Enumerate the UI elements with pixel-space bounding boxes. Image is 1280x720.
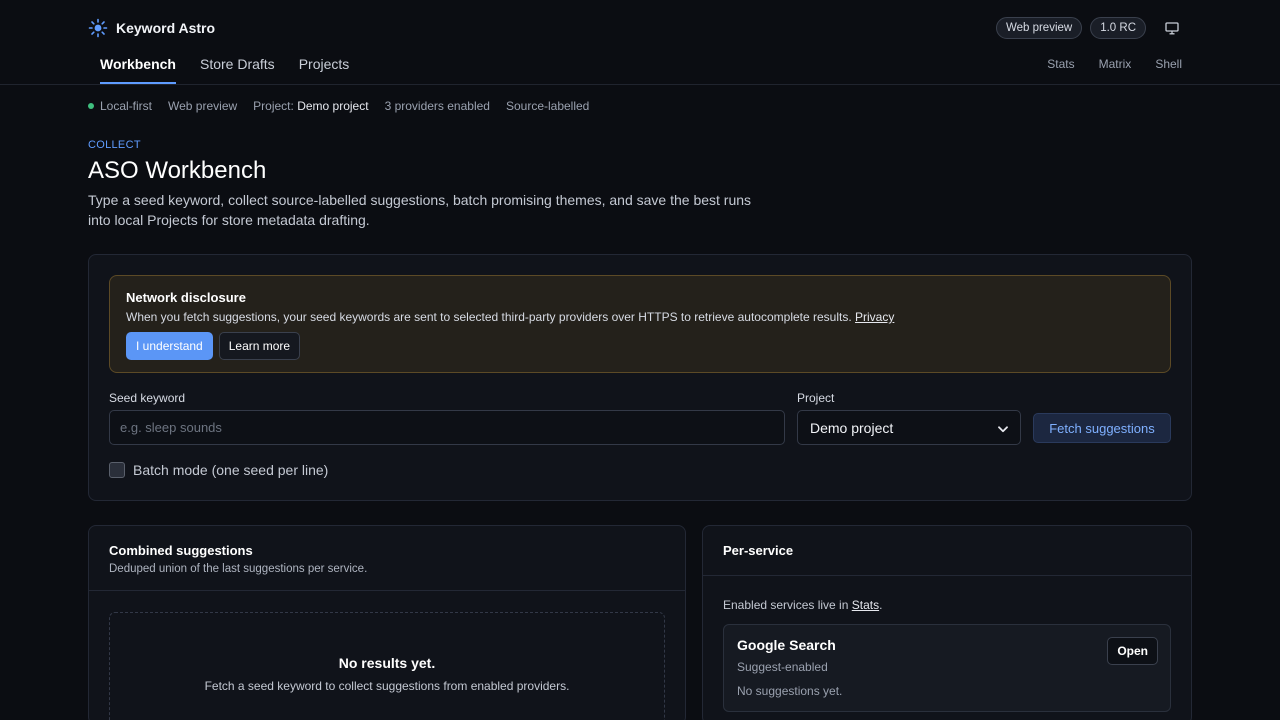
chevron-down-icon	[998, 420, 1008, 436]
empty-state: No results yet. Fetch a seed keyword to …	[109, 612, 665, 720]
learn-more-button[interactable]: Learn more	[218, 332, 301, 360]
open-service-button[interactable]: Open	[1107, 637, 1158, 665]
collect-card: Network disclosure When you fetch sugges…	[88, 254, 1192, 501]
monitor-icon[interactable]	[1160, 17, 1184, 39]
per-service-panel: Per-service Enabled services live in Sta…	[702, 525, 1192, 720]
tab-workbench[interactable]: Workbench	[88, 46, 188, 84]
combined-suggestions-header: Combined suggestions Deduped union of th…	[89, 526, 685, 591]
app-name: Keyword Astro	[116, 20, 216, 36]
disclosure-text: When you fetch suggestions, your seed ke…	[126, 310, 1154, 324]
header-actions: Web preview 1.0 RC	[995, 17, 1184, 39]
secondary-nav: Stats Matrix Shell	[1047, 57, 1182, 71]
top-bar: Keyword Astro Web preview 1.0 RC Workben…	[0, 0, 1280, 85]
status-strip: Local-first Web preview Project: Demo pr…	[88, 99, 589, 113]
status-mode: Web preview	[168, 99, 238, 113]
nav-link-matrix[interactable]: Matrix	[1099, 57, 1132, 71]
network-disclosure: Network disclosure When you fetch sugges…	[109, 275, 1171, 373]
brand[interactable]: Keyword Astro	[88, 18, 215, 38]
nav-link-stats[interactable]: Stats	[1047, 57, 1074, 71]
main-nav: Workbench Store Drafts Projects	[88, 46, 361, 84]
status-local-label: Local-first	[100, 99, 153, 113]
fetch-suggestions-button[interactable]: Fetch suggestions	[1033, 413, 1171, 443]
per-service-title: Per-service	[723, 543, 794, 558]
combined-suggestions-panel: Combined suggestions Deduped union of th…	[88, 525, 686, 720]
combined-suggestions-subtitle: Deduped union of the last suggestions pe…	[109, 563, 368, 575]
per-service-note-text: Enabled services live in	[723, 598, 849, 612]
privacy-link[interactable]: Privacy	[855, 310, 894, 324]
service-card-google-search: Google Search Suggest-enabled No suggest…	[723, 624, 1171, 712]
empty-state-title: No results yet.	[338, 655, 436, 671]
project-select-value: Demo project	[810, 419, 894, 436]
project-select[interactable]: Demo project	[797, 410, 1021, 445]
nav-link-shell[interactable]: Shell	[1155, 57, 1182, 71]
understand-button[interactable]: I understand	[126, 332, 213, 360]
service-name: Google Search	[737, 637, 836, 653]
combined-suggestions-title: Combined suggestions	[109, 543, 253, 558]
page-title: ASO Workbench	[88, 157, 267, 184]
tab-projects[interactable]: Projects	[287, 46, 362, 84]
seed-keyword-label: Seed keyword	[109, 391, 186, 405]
per-service-note: Enabled services live in Stats.	[723, 598, 882, 612]
stats-link[interactable]: Stats	[852, 598, 879, 612]
tab-store-drafts[interactable]: Store Drafts	[188, 46, 287, 84]
empty-state-text: Fetch a seed keyword to collect suggesti…	[204, 679, 570, 693]
batch-mode-checkbox[interactable]	[109, 462, 125, 478]
disclosure-body: When you fetch suggestions, your seed ke…	[126, 310, 852, 324]
status-project-name: Demo project	[297, 99, 369, 113]
disclosure-actions: I understand Learn more	[126, 332, 1154, 360]
status-project-prefix: Project:	[253, 99, 294, 113]
seed-keyword-input[interactable]	[109, 410, 785, 445]
batch-mode-toggle[interactable]: Batch mode (one seed per line)	[109, 462, 328, 478]
version-badge: 1.0 RC	[1090, 17, 1146, 39]
per-service-note-suffix: .	[879, 598, 883, 612]
project-label: Project	[797, 391, 835, 405]
sun-icon	[88, 18, 108, 38]
web-preview-badge: Web preview	[995, 17, 1083, 39]
disclosure-title: Network disclosure	[126, 290, 246, 305]
status-providers: 3 providers enabled	[384, 99, 490, 113]
section-eyebrow: COLLECT	[88, 139, 141, 151]
status-dot-icon	[88, 103, 94, 109]
page-description: Type a seed keyword, collect source-labe…	[88, 192, 752, 228]
status-local: Local-first	[88, 99, 152, 113]
status-project: Project: Demo project	[253, 99, 368, 113]
status-labelled: Source-labelled	[505, 99, 590, 113]
service-empty-text: No suggestions yet.	[737, 684, 843, 698]
per-service-header: Per-service	[703, 526, 1191, 576]
batch-mode-label: Batch mode (one seed per line)	[133, 462, 329, 478]
service-state: Suggest-enabled	[737, 660, 828, 674]
